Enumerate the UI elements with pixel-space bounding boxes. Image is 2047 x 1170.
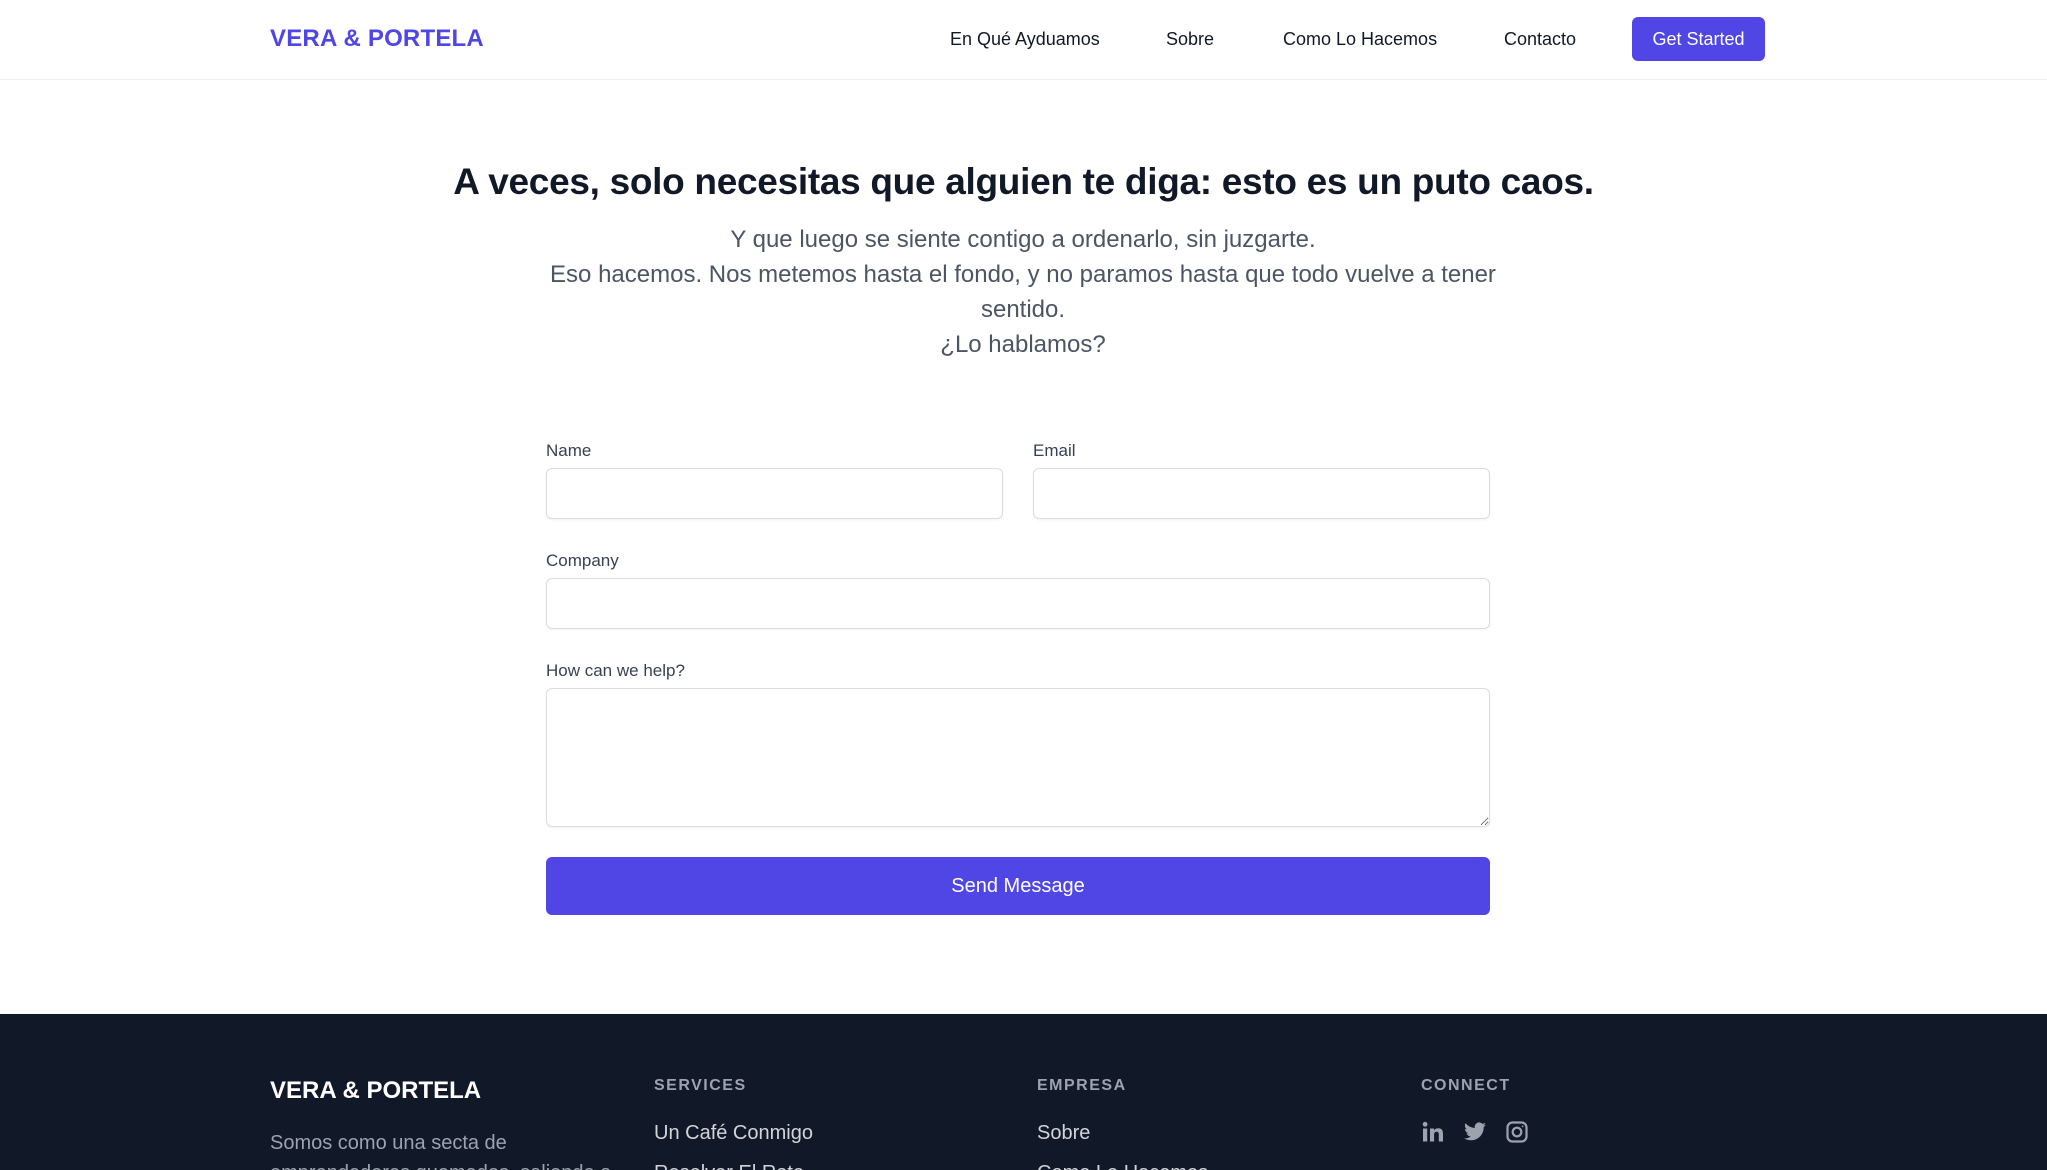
nav-link-como-lo-hacemos[interactable]: Como Lo Hacemos [1283,27,1437,51]
footer-link-un-cafe-conmigo[interactable]: Un Café Conmigo [654,1120,813,1146]
nav-link-contacto[interactable]: Contacto [1504,27,1576,51]
nav-link-sobre[interactable]: Sobre [1166,27,1214,51]
hero-line-3: ¿Lo hablamos? [940,331,1106,358]
name-input[interactable] [546,468,1003,519]
footer-empresa-heading: EMPRESA [1037,1077,1127,1094]
site-header: VERA & PORTELA En Qué Ayduamos Sobre Com… [0,0,2047,80]
hero-subtitle: Y que luego se siente contigo a ordenarl… [540,222,1506,362]
brand-logo[interactable]: VERA & PORTELA [270,24,484,54]
footer-link-resolver-el-reto[interactable]: Resolver El Reto [654,1160,804,1170]
instagram-icon[interactable] [1505,1120,1531,1146]
get-started-button[interactable]: Get Started [1632,17,1765,61]
company-input[interactable] [546,578,1490,629]
linkedin-icon[interactable] [1421,1120,1447,1146]
nav-link-en-que-ayudamos[interactable]: En Qué Ayduamos [950,27,1100,51]
send-message-button[interactable]: Send Message [546,857,1490,915]
site-footer: VERA & PORTELA Somos como una secta de e… [0,1014,2047,1170]
footer-logo: VERA & PORTELA [270,1077,482,1104]
hero-line-2: Eso hacemos. Nos metemos hasta el fondo,… [550,261,1496,323]
footer-link-como-lo-hacemos[interactable]: Como Lo Hacemos [1037,1160,1208,1170]
name-label: Name [546,441,592,460]
hero-line-1: Y que luego se siente contigo a ordenarl… [730,226,1316,253]
footer-link-sobre[interactable]: Sobre [1037,1120,1090,1146]
footer-services-heading: SERVICES [654,1077,747,1094]
company-label: Company [546,551,619,570]
twitter-icon[interactable] [1462,1120,1488,1146]
email-label: Email [1033,441,1076,460]
help-label: How can we help? [546,661,685,680]
hero-title: A veces, solo necesitas que alguien te d… [453,161,1594,202]
help-textarea[interactable] [546,688,1490,827]
footer-description: Somos como una secta de emprendedores qu… [270,1132,611,1170]
footer-connect-heading: CONNECT [1421,1077,1511,1094]
email-input[interactable] [1033,468,1490,519]
